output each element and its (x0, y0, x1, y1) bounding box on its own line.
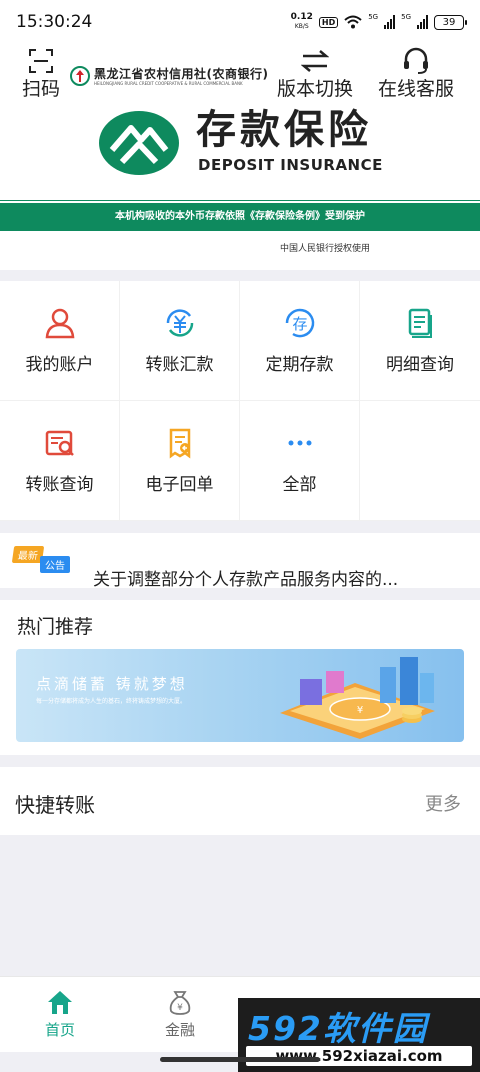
grid-item-transfer-query[interactable]: 转账查询 (0, 401, 120, 521)
signal-icon (384, 15, 396, 29)
section-title: 热门推荐 (17, 616, 94, 638)
version-switch-label: 版本切换 (277, 78, 354, 100)
grid-item-transfer[interactable]: 转账汇款 (120, 281, 240, 401)
e-receipt-icon (169, 428, 190, 459)
status-bar: 15:30:24 0.12 KB/S HD 5G 5G 39 (0, 0, 480, 44)
bank-name-en: HEILONGJIANG RURAL CREDIT COOPERATIVE & … (94, 80, 243, 86)
customer-service-label: 在线客服 (378, 78, 455, 100)
net-speed-value: 0.12 (290, 12, 313, 22)
deposit-insurance-banner[interactable]: 存款保险 DEPOSIT INSURANCE 本机构吸收的本外币存款依照《存款保… (0, 100, 480, 270)
promo-banner[interactable]: 点滴储蓄 铸就梦想 每一分存储都将成为人生的基石，终将铸成梦想的大厦。 ¥ (16, 649, 464, 742)
home-indicator[interactable] (160, 1057, 320, 1062)
hot-recommend-section: 热门推荐 点滴储蓄 铸就梦想 每一分存储都将成为人生的基石，终将铸成梦想的大厦。… (0, 600, 480, 755)
grid-label: 明细查询 (386, 355, 454, 375)
grid-item-all[interactable]: 全部 (240, 401, 360, 521)
net-speed-unit: KB/S (294, 23, 309, 30)
function-grid: 我的账户 转账汇款 存 定期存款 明细查询 转账查询 电子回单 全部 (0, 281, 480, 521)
announcement-text: 关于调整部分个人存款产品服务内容的... (93, 570, 399, 588)
document-icon (408, 308, 432, 338)
grid-label: 定期存款 (265, 355, 334, 375)
section-title: 快捷转账 (15, 793, 95, 817)
banner-title-en: DEPOSIT INSURANCE (198, 156, 383, 174)
home-icon (48, 991, 72, 1014)
grid-label: 全部 (282, 475, 317, 495)
banner-title-cn: 存款保险 (196, 107, 372, 153)
protection-notice: 本机构吸收的本外币存款依照《存款保险条例》受到保护 (0, 200, 480, 231)
more-dots-icon (288, 440, 311, 446)
promo-title: 点滴储蓄 铸就梦想 (36, 675, 188, 693)
signal-icon-2 (417, 15, 428, 29)
bank-emblem-icon (70, 66, 90, 86)
grid-label: 转账汇款 (145, 355, 214, 375)
watermark-url: www.592xiazai.com (246, 1046, 472, 1066)
bank-logo: 黑龙江省农村信用社(农商银行) HEILONGJIANG RURAL CREDI… (70, 66, 268, 86)
nav-label: 金融 (164, 1021, 195, 1039)
yuan-transfer-icon (166, 309, 193, 337)
scan-label: 扫码 (22, 78, 61, 100)
money-bag-icon: ¥ (169, 991, 191, 1015)
grid-item-e-receipt[interactable]: 电子回单 (120, 401, 240, 521)
system-icons: 0.12 KB/S HD 5G 5G 39 (291, 13, 467, 31)
nav-home[interactable]: 首页 (20, 989, 100, 1040)
grid-item-fixed-deposit[interactable]: 存 定期存款 (240, 281, 360, 401)
sim1-label: 5G (368, 13, 379, 21)
nav-finance[interactable]: ¥ 金融 (140, 989, 220, 1040)
announcement-tag: 公告 (40, 556, 70, 573)
scan-icon (28, 44, 54, 78)
deposit-insurance-logo-icon (99, 111, 179, 175)
grid-label: 我的账户 (25, 355, 94, 375)
svg-text:¥: ¥ (357, 705, 363, 716)
grid-item-my-account[interactable]: 我的账户 (0, 281, 120, 401)
user-icon (45, 308, 74, 339)
savings-illustration: ¥ (280, 657, 435, 739)
quick-transfer-section: 快捷转账 更多 (0, 767, 480, 835)
grid-label: 转账查询 (25, 475, 94, 495)
svg-text:¥: ¥ (177, 1003, 183, 1013)
grid-label: 电子回单 (145, 475, 214, 495)
battery-icon: 39 (434, 14, 467, 30)
authorization-text: 中国人民银行授权使用 (280, 244, 371, 254)
customer-service-button[interactable]: 在线客服 (378, 44, 454, 100)
announcement-bar[interactable]: 最新 公告 关于调整部分个人存款产品服务内容的... (0, 533, 480, 588)
switch-arrows-icon (301, 44, 329, 78)
nav-label: 首页 (44, 1021, 75, 1039)
watermark-brand: 592软件园 (248, 1009, 428, 1048)
sim2-label: 5G (401, 13, 411, 21)
scan-button[interactable]: 扫码 (22, 44, 60, 100)
wifi-icon (344, 15, 362, 29)
promo-subtitle: 每一分存储都将成为人生的基石，终将铸成梦想的大厦。 (36, 698, 187, 705)
deposit-icon: 存 (285, 308, 314, 338)
hd-icon: HD (318, 16, 339, 28)
app-header: 扫码 黑龙江省农村信用社(农商银行) HEILONGJIANG RURAL CR… (0, 44, 480, 100)
status-time: 15:30:24 (16, 12, 93, 32)
grid-item-statement[interactable]: 明细查询 (360, 281, 480, 401)
bank-name-cn: 黑龙江省农村信用社(农商银行) (94, 66, 269, 81)
svg-text:存: 存 (292, 315, 307, 333)
transfer-search-icon (45, 430, 74, 456)
version-switch-button[interactable]: 版本切换 (277, 44, 353, 100)
net-speed: 0.12 KB/S (291, 13, 313, 31)
more-link[interactable]: 更多 (425, 790, 461, 816)
grid-empty-cell (360, 401, 480, 521)
battery-level: 39 (442, 16, 456, 28)
headset-icon (401, 44, 431, 78)
